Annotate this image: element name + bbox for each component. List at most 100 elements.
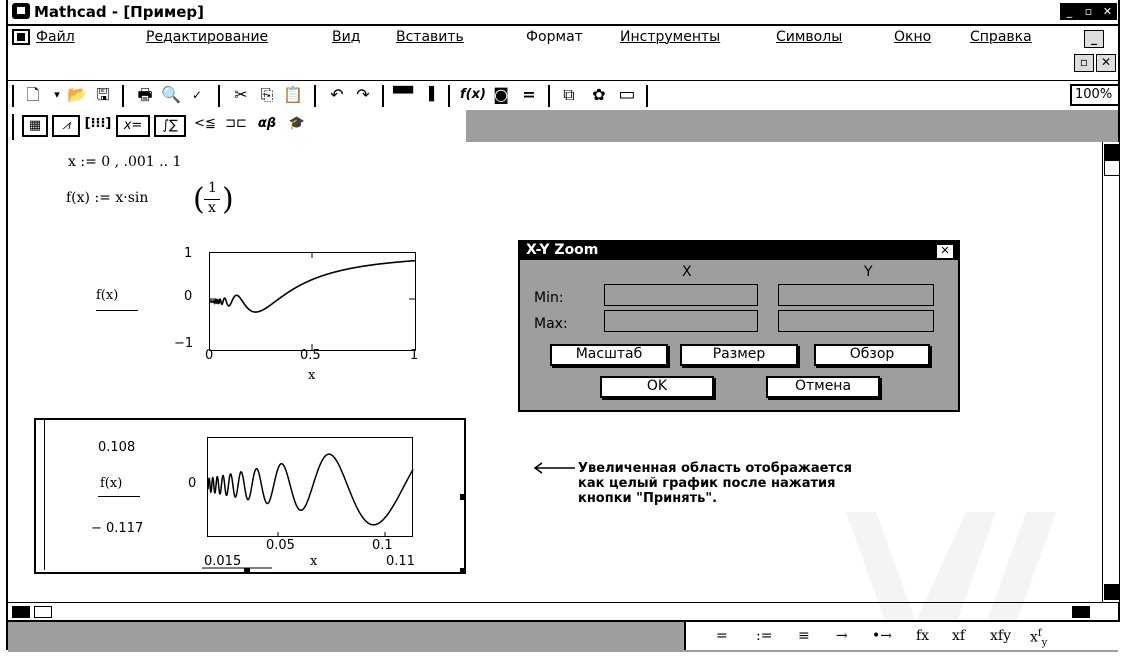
scroll-right-icon[interactable] [1072,606,1090,618]
mathcad-window: Mathcad - [Пример] _ ▫ ✕ Файл Редактиров… [6,0,1120,652]
ok-button[interactable]: OK [600,376,714,398]
plot2[interactable]: 0.108 0 − 0.117 f(x) 0.05 0.1 0.015 x 0.… [34,418,466,574]
menu-file[interactable]: Файл [36,29,75,45]
plot2-ticks [277,532,386,536]
matrix-palette-icon[interactable]: [⁝⁝⁝] [84,115,112,137]
prefix-operator-symbol[interactable]: fx [916,628,929,644]
symbolic-eval-symbol[interactable]: → [836,628,848,644]
new-document-icon[interactable]: 🗋 [22,85,44,105]
define-symbol[interactable]: := [756,628,772,644]
resource-center-icon[interactable]: ✿ [588,85,610,105]
dialog-column-y: Y [864,264,873,280]
menu-symbols[interactable]: Символы [776,29,842,45]
maximize-icon[interactable]: ▫ [1079,3,1098,20]
resize-button[interactable]: Размер [680,344,798,366]
x-min-field[interactable] [604,284,758,306]
new-dropdown-icon[interactable]: ▾ [46,85,68,105]
save-icon[interactable]: 🖫 [92,85,114,105]
dialog-column-x: X [682,264,692,280]
annotation-line-3: кнопки "Принять". [578,491,718,506]
browse-button[interactable]: Обзор [814,344,930,366]
copy-icon[interactable]: ⎘ [256,85,278,105]
programming-palette-icon[interactable]: ⊐⊏ [222,115,250,137]
toolbar-separator [122,85,124,107]
doc-restore-icon[interactable]: ▫ [1074,54,1094,72]
menu-format[interactable]: Формат [526,29,583,45]
plot1-svg [209,252,416,351]
menu-insert[interactable]: Вставить [396,29,464,45]
function-def-denominator: x [208,200,216,216]
horizontal-scrollbar[interactable] [8,602,1118,621]
insert-function-icon[interactable]: f(x) [460,85,486,105]
menu-edit[interactable]: Редактирование [146,29,268,45]
scroll-top-icon[interactable] [1104,144,1120,160]
function-def-numerator: 1 [208,180,217,196]
plot2-xmax[interactable]: 0.11 [386,554,415,569]
menu-view[interactable]: Вид [332,29,360,45]
scroll-ruler-icon[interactable] [34,606,52,618]
document-icon[interactable] [12,29,30,45]
y-max-field[interactable] [778,310,934,332]
symbolic-palette-icon[interactable]: 🎓 [284,115,310,137]
plot2-xmin[interactable]: 0.015 [204,554,241,569]
dialog-title-bar[interactable]: X-Y Zoom ✕ [520,242,958,260]
resize-handle-right[interactable] [460,494,465,500]
open-folder-icon[interactable]: 📂 [66,85,88,105]
calculate-icon[interactable]: = [518,85,540,105]
component-wizard-icon[interactable]: ⧉ [558,85,580,105]
mathcad-app-icon[interactable] [12,3,30,19]
calculator-palette-icon[interactable]: ▦ [22,115,48,137]
menu-tools[interactable]: Инструменты [620,29,720,45]
postfix-operator-symbol[interactable]: xf [952,628,965,644]
resize-handle-corner[interactable] [460,568,466,573]
undo-icon[interactable]: ↶ [326,85,348,105]
plot1[interactable]: 1 0 −1 f(x) 0 0.5 1 x [16,238,456,408]
boolean-palette-button[interactable]: <≦ [190,115,220,137]
cancel-button[interactable]: Отмена [766,376,880,398]
x-max-field[interactable] [604,310,758,332]
close-icon[interactable]: ✕ [1098,3,1117,20]
minimize-icon[interactable]: _ [1060,3,1079,20]
zoom-button[interactable]: Масштаб [550,344,668,366]
help-window-icon[interactable]: ▭ [616,85,638,105]
align-across-icon[interactable]: ▀▀ [392,85,414,105]
math-toolbar: ▦ ⩘ [⁝⁝⁝] x= ∫∑ <≦ ⊐⊏ αβ 🎓 [8,110,1118,142]
infix-operator-symbol[interactable]: xfy [990,628,1011,644]
doc-minimize-icon[interactable]: _ [1084,30,1104,48]
graph-palette-icon[interactable]: ⩘ [52,115,80,137]
plot2-svg [202,437,414,569]
zoom-select[interactable]: 100% [1070,84,1120,106]
menu-help[interactable]: Справка [970,29,1032,45]
scroll-left-icon[interactable] [12,606,30,618]
paste-icon[interactable]: 📋 [282,85,304,105]
spell-check-icon[interactable]: ✓ [186,85,208,105]
cut-icon[interactable]: ✂ [230,85,252,105]
scroll-bottom-icon[interactable] [1104,584,1120,600]
keyword-eval-symbol[interactable]: •→ [872,628,892,644]
align-down-icon[interactable]: ▐ [418,85,440,105]
dialog-close-icon[interactable]: ✕ [936,244,954,259]
calculus-palette-icon[interactable]: ∫∑ [154,115,186,137]
scroll-page-icon[interactable] [1104,160,1120,176]
function-def-prefix: f(x) := x·sin [66,190,149,206]
evaluate-symbol[interactable]: = [716,628,728,644]
global-define-symbol[interactable]: ≡ [798,628,810,644]
status-bar: = := ≡ → •→ fx xf xfy xfy [8,620,1120,652]
dialog-min-label: Min: [534,290,564,306]
range-definition[interactable]: x := 0 , .001 .. 1 [68,154,181,170]
toolbar-grip [12,85,14,107]
annotation-line-1: Увеличенная область отображается [578,461,853,476]
insert-unit-icon[interactable]: ◙ [490,85,512,105]
print-icon[interactable]: 🖶 [134,85,156,105]
print-preview-icon[interactable]: 🔍 [160,85,182,105]
y-min-field[interactable] [778,284,934,306]
dialog-title: X-Y Zoom [526,242,599,258]
evaluation-palette-button[interactable]: x= [116,115,150,137]
resize-handle-bottom[interactable] [244,568,250,573]
greek-palette-button[interactable]: αβ [252,115,282,137]
menu-window[interactable]: Окно [894,29,931,45]
tree-operator-symbol[interactable]: xfy [1030,628,1047,648]
vertical-scrollbar[interactable] [1102,142,1120,602]
redo-icon[interactable]: ↷ [352,85,374,105]
doc-close-icon[interactable]: ✕ [1096,54,1116,72]
